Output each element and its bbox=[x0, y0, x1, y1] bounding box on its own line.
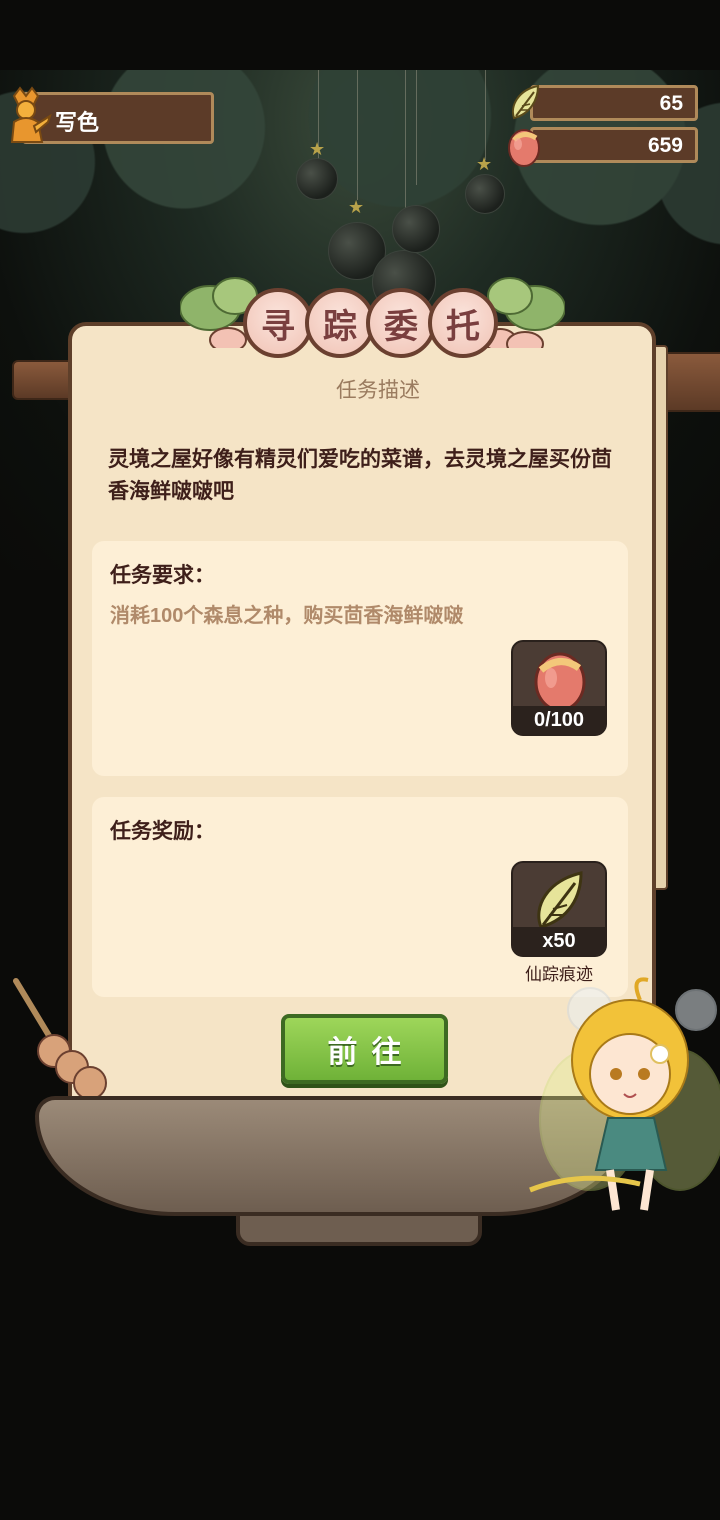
hanging-lantern bbox=[296, 158, 338, 200]
lantern-string bbox=[405, 70, 406, 220]
fairy-wing-icon bbox=[512, 84, 540, 120]
requirement-title: 任务要求： bbox=[110, 564, 215, 587]
title-char: 托 bbox=[428, 288, 498, 358]
lantern-string bbox=[416, 70, 417, 185]
hanging-lantern bbox=[465, 174, 505, 214]
requirement-card: 任务要求： 消耗100个森息之种，购买茴香海鲜啵啵 0/100 bbox=[92, 541, 628, 776]
item-count: x50 bbox=[513, 927, 605, 955]
golden-statue-icon[interactable] bbox=[4, 86, 52, 144]
resource-value: 65 bbox=[659, 92, 683, 115]
requirement-item-slot[interactable]: 0/100 bbox=[511, 640, 607, 736]
fairy-character bbox=[529, 977, 720, 1211]
lantern-string bbox=[357, 70, 358, 200]
star-ornament: ★ bbox=[309, 139, 326, 159]
reward-card: 任务奖励： x50 仙踪痕迹 bbox=[92, 797, 628, 997]
resource-value: 659 bbox=[647, 134, 683, 157]
bowl-base bbox=[236, 1212, 482, 1246]
lantern-string bbox=[485, 70, 486, 160]
dango-skewer-icon bbox=[13, 978, 107, 1100]
game-scene: ★ ★ ★ ★ 写色 65 659 bbox=[0, 0, 720, 1520]
player-name: 写色 bbox=[55, 110, 100, 135]
title-char: 委 bbox=[366, 288, 436, 358]
seed-egg-icon bbox=[534, 652, 586, 712]
title-char: 踪 bbox=[305, 288, 375, 358]
star-ornament: ★ bbox=[476, 154, 493, 174]
quest-description: 灵境之屋好像有精灵们爱吃的菜谱，去灵境之屋买份茴香海鲜啵啵吧 bbox=[108, 448, 612, 503]
go-button[interactable]: 前往 bbox=[281, 1014, 448, 1084]
title-char: 寻 bbox=[243, 288, 313, 358]
fairy-wing-icon bbox=[537, 871, 583, 929]
resource-bar-seeds: 659 bbox=[530, 127, 698, 163]
reward-item-slot[interactable]: x50 bbox=[511, 861, 607, 957]
section-heading: 任务描述 bbox=[336, 379, 420, 402]
requirement-text: 消耗100个森息之种，购买茴香海鲜啵啵 bbox=[110, 605, 464, 627]
resource-bar-wings: 65 bbox=[530, 85, 698, 121]
star-ornament: ★ bbox=[348, 197, 365, 217]
reward-title: 任务奖励： bbox=[110, 820, 215, 843]
seed-egg-icon bbox=[508, 129, 540, 167]
hanging-lantern bbox=[392, 205, 440, 253]
item-count: 0/100 bbox=[513, 706, 605, 734]
